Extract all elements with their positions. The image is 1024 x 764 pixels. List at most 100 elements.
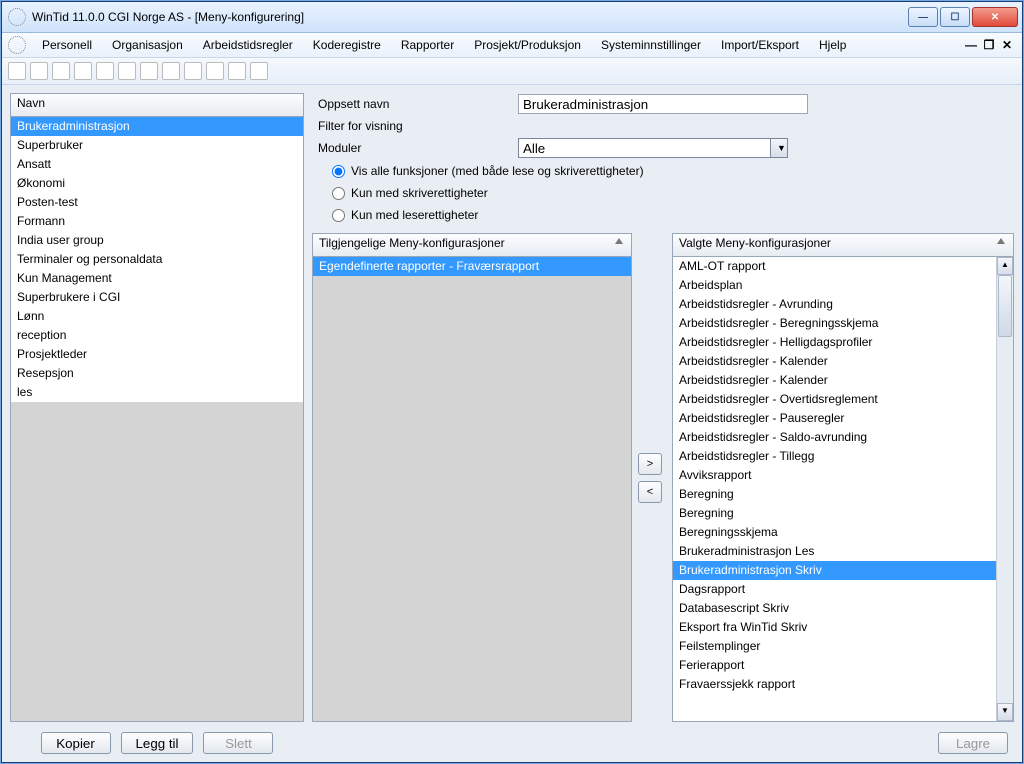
copy-button[interactable]: Kopier <box>41 732 111 754</box>
scroll-thumb[interactable] <box>998 275 1012 337</box>
toolbar-icon-3[interactable] <box>52 62 70 80</box>
list-item[interactable]: Arbeidstidsregler - Tillegg <box>673 447 996 466</box>
list-item[interactable]: Ferierapport <box>673 656 996 675</box>
radio-all[interactable] <box>332 165 345 178</box>
menu-item[interactable]: Personell <box>32 36 102 54</box>
list-item[interactable]: Arbeidstidsregler - Kalender <box>673 352 996 371</box>
radio-read[interactable] <box>332 209 345 222</box>
list-item[interactable]: Arbeidstidsregler - Avrunding <box>673 295 996 314</box>
list-item[interactable]: Feilstemplinger <box>673 637 996 656</box>
list-item[interactable]: Egendefinerte rapporter - Fraværsrapport <box>313 257 631 276</box>
mdi-restore-icon[interactable]: ❐ <box>982 38 996 52</box>
list-item[interactable]: Beregning <box>673 485 996 504</box>
list-item[interactable]: India user group <box>11 231 303 250</box>
list-item[interactable]: Dagsrapport <box>673 580 996 599</box>
filter-group-label: Filter for visning <box>312 117 1014 135</box>
list-item[interactable]: AML-OT rapport <box>673 257 996 276</box>
list-item[interactable]: Brukeradministrasjon Les <box>673 542 996 561</box>
menu-item[interactable]: Systeminnstillinger <box>591 36 711 54</box>
scroll-down-icon[interactable]: ▼ <box>997 703 1013 721</box>
list-item[interactable]: Arbeidstidsregler - Beregningsskjema <box>673 314 996 333</box>
list-item[interactable]: les <box>11 383 303 402</box>
list-item[interactable]: Resepsjon <box>11 364 303 383</box>
list-item[interactable]: Brukeradministrasjon Skriv <box>673 561 996 580</box>
list-item[interactable]: Eksport fra WinTid Skriv <box>673 618 996 637</box>
list-item[interactable]: Prosjektleder <box>11 345 303 364</box>
toolbar-icon-7[interactable] <box>140 62 158 80</box>
window-title: WinTid 11.0.0 CGI Norge AS - [Meny-konfi… <box>32 10 304 24</box>
right-panel: Oppsett navn Filter for visning Moduler … <box>312 93 1014 754</box>
titlebar[interactable]: WinTid 11.0.0 CGI Norge AS - [Meny-konfi… <box>2 2 1022 33</box>
list-item[interactable]: Brukeradministrasjon <box>11 117 303 136</box>
list-item[interactable]: reception <box>11 326 303 345</box>
list-item[interactable]: Beregningsskjema <box>673 523 996 542</box>
move-left-button[interactable]: < <box>638 481 662 503</box>
list-item[interactable]: Databasescript Skriv <box>673 599 996 618</box>
list-item[interactable]: Posten-test <box>11 193 303 212</box>
toolbar <box>2 58 1022 85</box>
list-item[interactable]: Fravaerssjekk rapport <box>673 675 996 694</box>
toolbar-icon-11[interactable] <box>228 62 246 80</box>
available-header[interactable]: Tilgjengelige Meny-konfigurasjoner <box>312 233 632 256</box>
module-combo[interactable]: ▼ <box>518 138 788 158</box>
menu-item[interactable]: Hjelp <box>809 36 856 54</box>
radio-write[interactable] <box>332 187 345 200</box>
left-list-header[interactable]: Navn <box>10 93 304 116</box>
toolbar-icon-9[interactable] <box>184 62 202 80</box>
module-label: Moduler <box>312 141 518 155</box>
list-item[interactable]: Arbeidstidsregler - Pauseregler <box>673 409 996 428</box>
add-button[interactable]: Legg til <box>121 732 194 754</box>
list-item[interactable]: Terminaler og personaldata <box>11 250 303 269</box>
maximize-button[interactable]: ☐ <box>940 7 970 27</box>
list-item[interactable]: Formann <box>11 212 303 231</box>
toolbar-icon-6[interactable] <box>118 62 136 80</box>
list-item[interactable]: Arbeidstidsregler - Kalender <box>673 371 996 390</box>
name-input[interactable] <box>518 94 808 114</box>
list-item[interactable]: Arbeidstidsregler - Overtidsreglement <box>673 390 996 409</box>
menu-item[interactable]: Rapporter <box>391 36 464 54</box>
menu-item[interactable]: Koderegistre <box>303 36 391 54</box>
mdi-close-icon[interactable]: ✕ <box>1000 38 1014 52</box>
list-item[interactable]: Ansatt <box>11 155 303 174</box>
toolbar-icon-5[interactable] <box>96 62 114 80</box>
menu-item[interactable]: Import/Eksport <box>711 36 809 54</box>
save-button[interactable]: Lagre <box>938 732 1008 754</box>
delete-button[interactable]: Slett <box>203 732 273 754</box>
list-item[interactable]: Lønn <box>11 307 303 326</box>
menu-item[interactable]: Arbeidstidsregler <box>193 36 303 54</box>
selected-listbox[interactable]: AML-OT rapportArbeidsplanArbeidstidsregl… <box>673 257 996 721</box>
move-right-button[interactable]: > <box>638 453 662 475</box>
left-listbox[interactable]: BrukeradministrasjonSuperbrukerAnsattØko… <box>10 116 304 722</box>
list-item[interactable]: Arbeidstidsregler - Helligdagsprofiler <box>673 333 996 352</box>
list-item[interactable]: Avviksrapport <box>673 466 996 485</box>
module-combo-dropdown-icon[interactable]: ▼ <box>770 138 788 158</box>
menu-item[interactable]: Organisasjon <box>102 36 193 54</box>
available-header-text: Tilgjengelige Meny-konfigurasjoner <box>319 236 505 250</box>
list-item[interactable]: Arbeidsplan <box>673 276 996 295</box>
scrollbar[interactable]: ▲ ▼ <box>996 257 1013 721</box>
toolbar-icon-8[interactable] <box>162 62 180 80</box>
mdi-minimize-icon[interactable]: — <box>964 38 978 52</box>
menubar: PersonellOrganisasjonArbeidstidsreglerKo… <box>2 33 1022 58</box>
toolbar-icon-1[interactable] <box>8 62 26 80</box>
close-button[interactable]: ✕ <box>972 7 1018 27</box>
menu-item[interactable]: Prosjekt/Produksjon <box>464 36 591 54</box>
toolbar-icon-12[interactable] <box>250 62 268 80</box>
scroll-up-icon[interactable]: ▲ <box>997 257 1013 275</box>
list-item[interactable]: Superbruker <box>11 136 303 155</box>
client-area: Navn BrukeradministrasjonSuperbrukerAnsa… <box>2 85 1022 762</box>
list-item[interactable]: Beregning <box>673 504 996 523</box>
module-combo-input[interactable] <box>518 138 770 158</box>
minimize-button[interactable]: — <box>908 7 938 27</box>
list-item[interactable]: Kun Management <box>11 269 303 288</box>
toolbar-icon-4[interactable] <box>74 62 92 80</box>
list-item[interactable]: Superbrukere i CGI <box>11 288 303 307</box>
list-item[interactable]: Arbeidstidsregler - Saldo-avrunding <box>673 428 996 447</box>
list-item[interactable]: Økonomi <box>11 174 303 193</box>
available-listbox[interactable]: Egendefinerte rapporter - Fraværsrapport <box>312 256 632 722</box>
selected-header-text: Valgte Meny-konfigurasjoner <box>679 236 831 250</box>
toolbar-icon-2[interactable] <box>30 62 48 80</box>
selected-header[interactable]: Valgte Meny-konfigurasjoner <box>672 233 1014 256</box>
radio-write-label: Kun med skriverettigheter <box>351 186 488 200</box>
toolbar-icon-10[interactable] <box>206 62 224 80</box>
